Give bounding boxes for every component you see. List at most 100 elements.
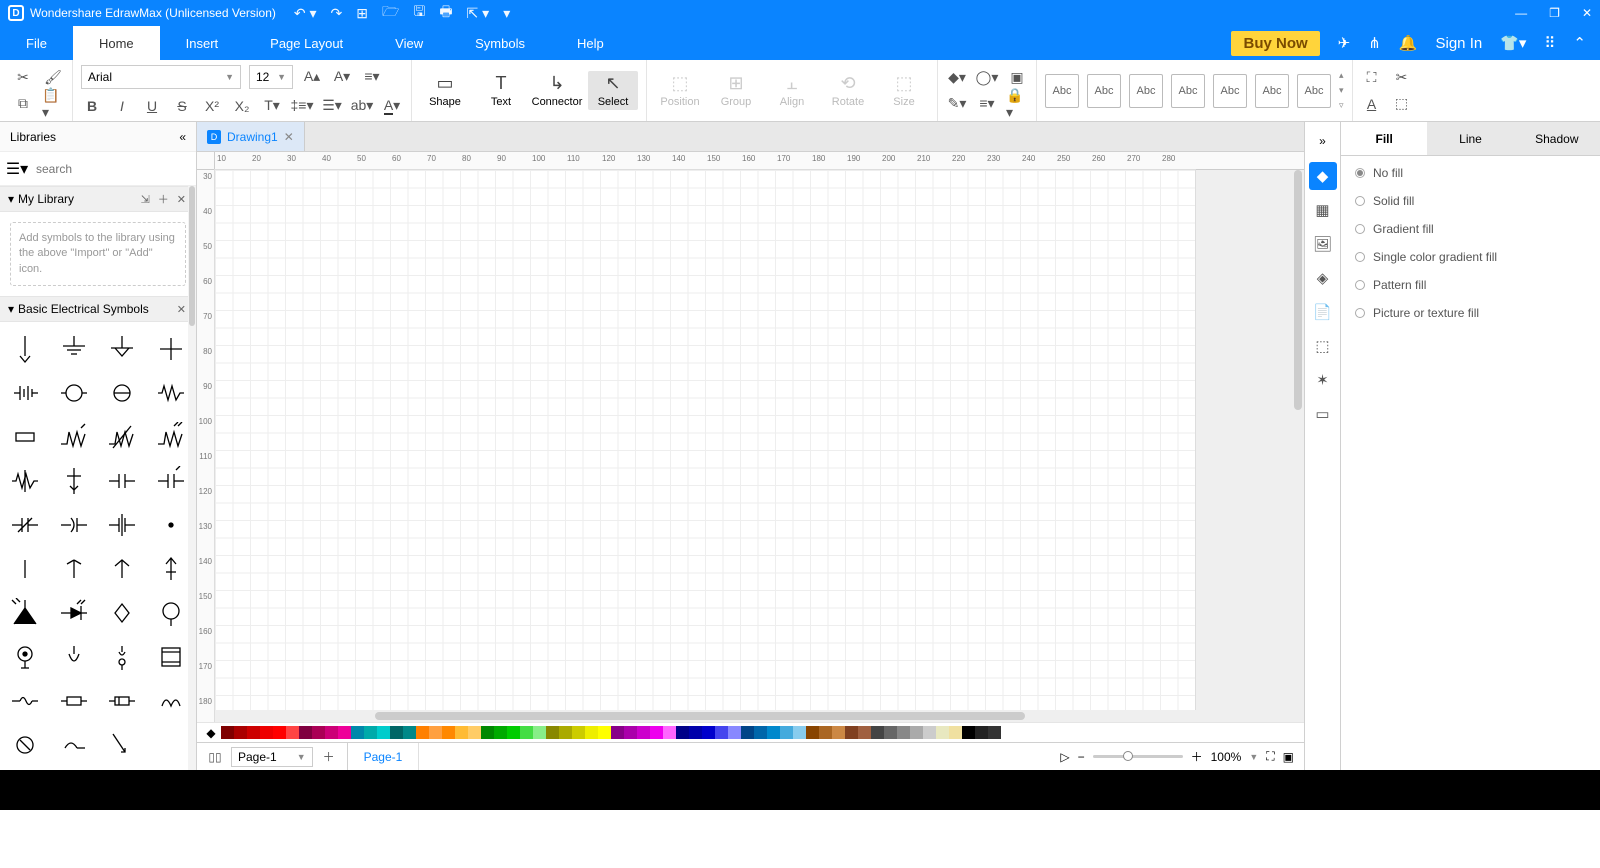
color-swatch[interactable] <box>897 726 910 739</box>
color-swatch[interactable] <box>780 726 793 739</box>
menu-symbols[interactable]: Symbols <box>449 26 551 60</box>
style-scroll-down[interactable]: ▾ <box>1339 85 1344 96</box>
send-icon[interactable]: ✈ <box>1338 34 1351 52</box>
fill-panel-icon[interactable]: ◆ <box>1309 162 1337 190</box>
menu-page-layout[interactable]: Page Layout <box>244 26 369 60</box>
my-library-import-icon[interactable]: ⇲ <box>139 193 152 206</box>
fit-page-button[interactable]: ⛶ <box>1361 67 1383 89</box>
color-swatch[interactable] <box>533 726 546 739</box>
props-tab-fill[interactable]: Fill <box>1341 122 1427 155</box>
electrical-symbol[interactable] <box>4 506 47 544</box>
sign-in-button[interactable]: Sign In <box>1436 35 1483 52</box>
maximize-button[interactable]: ❐ <box>1549 6 1560 20</box>
electrical-symbol[interactable] <box>101 550 144 588</box>
appearance-icon[interactable]: 👕▾ <box>1500 34 1526 52</box>
lock-button[interactable]: 🔒▾ <box>1006 93 1028 115</box>
electrical-symbol[interactable] <box>4 682 47 720</box>
electrical-symbol[interactable] <box>101 330 144 368</box>
color-swatch[interactable] <box>988 726 1001 739</box>
electrical-symbol[interactable] <box>53 682 96 720</box>
document-tab[interactable]: D Drawing1 ✕ <box>197 122 305 151</box>
electrical-symbol[interactable] <box>53 330 96 368</box>
color-swatch[interactable] <box>247 726 260 739</box>
presentation-icon[interactable]: ▷ <box>1060 750 1069 764</box>
text-tool[interactable]: TText <box>476 71 526 110</box>
color-swatch[interactable] <box>273 726 286 739</box>
underline-button[interactable]: U <box>141 95 163 117</box>
color-swatch[interactable] <box>741 726 754 739</box>
style-preset-6[interactable]: Abc <box>1255 74 1289 108</box>
electrical-symbol[interactable] <box>150 594 193 632</box>
bold-button[interactable]: B <box>81 95 103 117</box>
font-color-button[interactable]: A▾ <box>381 95 403 117</box>
open-button[interactable]: 🗁 <box>382 1 399 25</box>
color-swatch[interactable] <box>598 726 611 739</box>
electrical-symbol[interactable] <box>53 726 96 764</box>
color-swatch[interactable] <box>338 726 351 739</box>
color-swatch[interactable] <box>455 726 468 739</box>
color-swatch[interactable] <box>871 726 884 739</box>
color-swatch[interactable] <box>702 726 715 739</box>
canvas-v-scrollbar[interactable] <box>1292 170 1304 710</box>
zoom-value[interactable]: 100% <box>1211 750 1242 764</box>
color-swatch[interactable] <box>559 726 572 739</box>
my-library-close-icon[interactable]: ✕ <box>175 193 188 206</box>
bullets-button[interactable]: ☰▾ <box>321 95 343 117</box>
shadow-button[interactable]: ▣ <box>1006 67 1028 89</box>
align-button[interactable]: ⫠Align <box>767 71 817 110</box>
copy-button[interactable]: ⧉ <box>12 93 34 115</box>
line-spacing-button[interactable]: ‡≡▾ <box>291 95 313 117</box>
canvas[interactable]: 1020304050607080901001101201301401501601… <box>197 152 1304 722</box>
color-swatch[interactable] <box>377 726 390 739</box>
color-swatch[interactable] <box>260 726 273 739</box>
electrical-symbol[interactable] <box>150 462 193 500</box>
bell-icon[interactable]: 🔔 <box>1399 34 1418 52</box>
color-swatch[interactable] <box>325 726 338 739</box>
color-swatch[interactable] <box>819 726 832 739</box>
color-swatch[interactable] <box>845 726 858 739</box>
color-swatch[interactable] <box>572 726 585 739</box>
slide-panel-icon[interactable]: ▭ <box>1309 400 1337 428</box>
electrical-symbol[interactable] <box>4 594 47 632</box>
electrical-symbol[interactable] <box>101 726 144 764</box>
image-panel-icon[interactable]: 🖼 <box>1309 230 1337 258</box>
electrical-symbol[interactable] <box>150 638 193 676</box>
color-swatch[interactable] <box>546 726 559 739</box>
strikethrough-button[interactable]: S <box>171 95 193 117</box>
library-scrollbar[interactable] <box>188 186 196 770</box>
group-button[interactable]: ⊞Group <box>711 71 761 110</box>
color-swatch[interactable] <box>650 726 663 739</box>
color-swatch[interactable] <box>468 726 481 739</box>
text-case-button[interactable]: T▾ <box>261 95 283 117</box>
electrical-symbol[interactable] <box>4 418 47 456</box>
style-preset-4[interactable]: Abc <box>1171 74 1205 108</box>
electrical-symbol[interactable] <box>101 638 144 676</box>
line-color-button[interactable]: ✎▾ <box>946 93 968 115</box>
page-layout-icon[interactable]: ▯▯ <box>203 743 227 770</box>
color-swatch[interactable] <box>884 726 897 739</box>
color-swatch[interactable] <box>975 726 988 739</box>
fit-page-icon[interactable]: ▣ <box>1283 750 1294 764</box>
color-swatch[interactable] <box>624 726 637 739</box>
color-swatch[interactable] <box>286 726 299 739</box>
electrical-symbol[interactable] <box>150 506 193 544</box>
color-swatch[interactable] <box>611 726 624 739</box>
electrical-symbol[interactable] <box>4 330 47 368</box>
fill-option[interactable]: Solid fill <box>1355 194 1586 208</box>
electrical-symbol[interactable] <box>53 374 96 412</box>
apps-icon[interactable]: ⠿ <box>1544 34 1555 52</box>
line-style-button[interactable]: ≡▾ <box>976 93 998 115</box>
page-tab[interactable]: Page-1 <box>348 743 420 770</box>
redo-button[interactable]: ↷ <box>331 5 343 22</box>
minimize-button[interactable]: — <box>1515 6 1527 20</box>
subscript-button[interactable]: X₂ <box>231 95 253 117</box>
electrical-symbol[interactable] <box>4 550 47 588</box>
color-swatch[interactable] <box>936 726 949 739</box>
electrical-symbol[interactable] <box>4 726 47 764</box>
color-swatch[interactable] <box>520 726 533 739</box>
color-swatch[interactable] <box>390 726 403 739</box>
save-button[interactable]: 🖫 <box>413 1 425 25</box>
italic-button[interactable]: I <box>111 95 133 117</box>
align-text-button[interactable]: ≡▾ <box>361 66 383 88</box>
document-tab-close-icon[interactable]: ✕ <box>284 130 294 144</box>
